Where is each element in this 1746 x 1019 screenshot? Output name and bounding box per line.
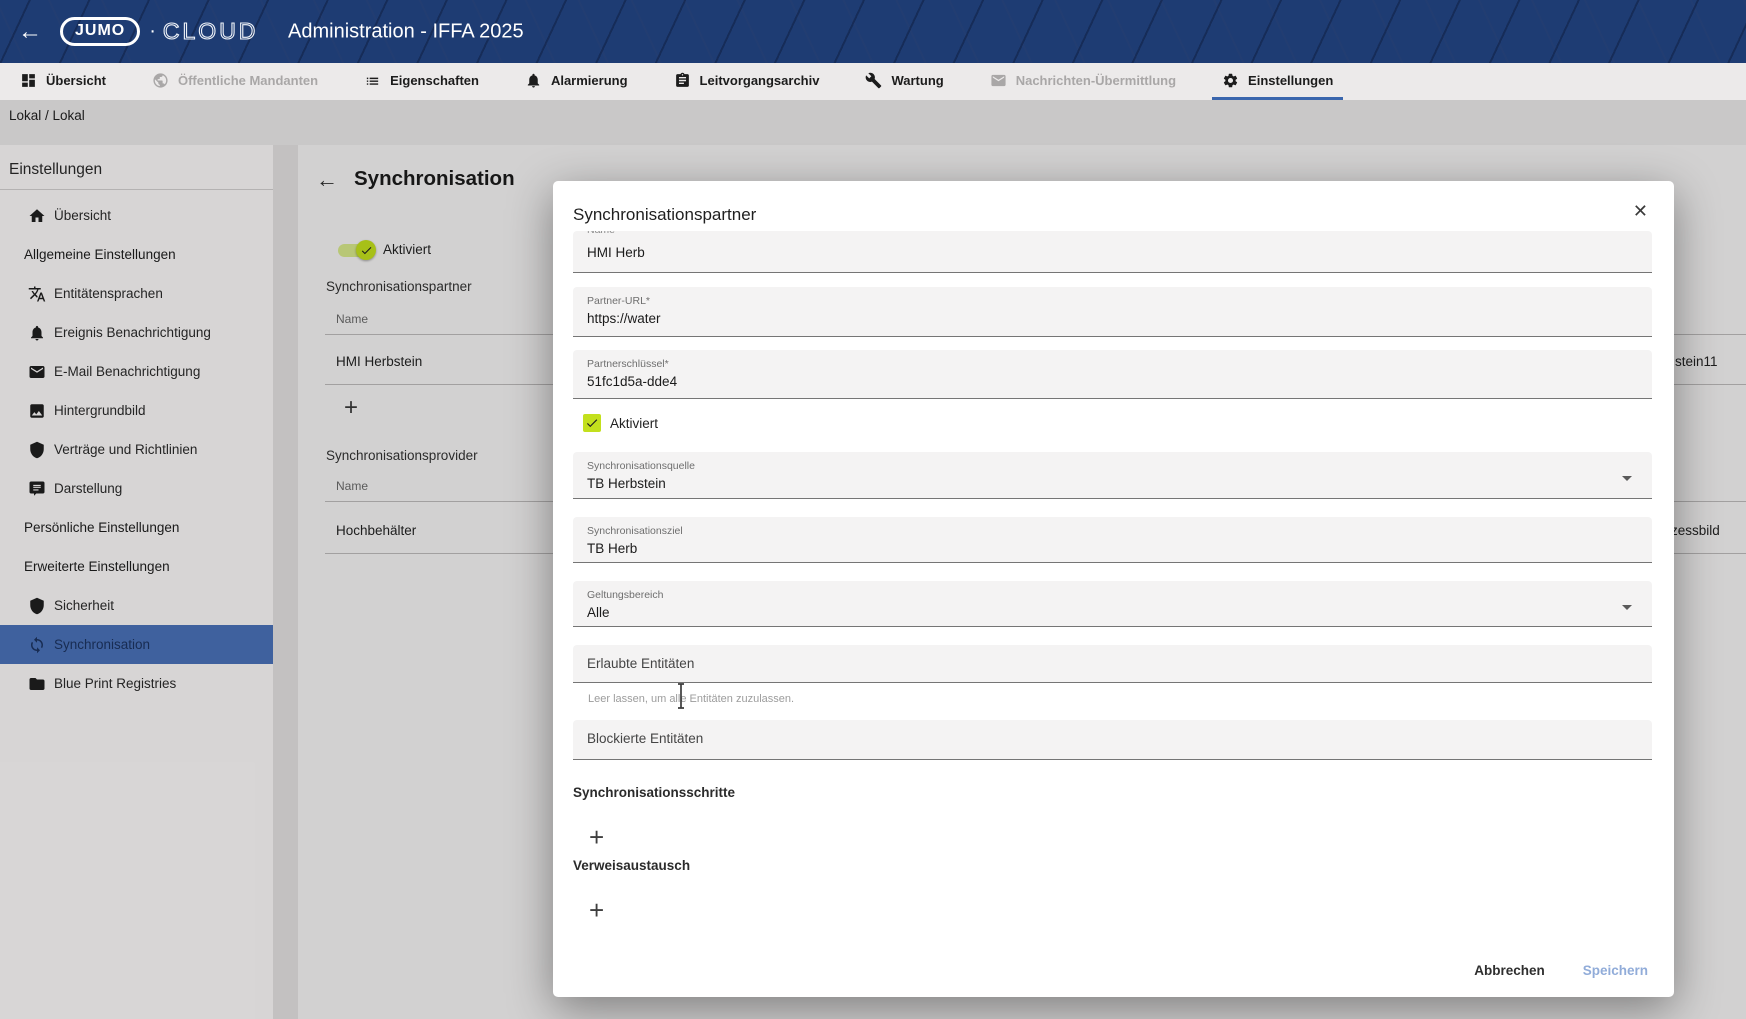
page-title: Administration - IFFA 2025 xyxy=(288,20,524,43)
tab-oeffentliche-mandanten[interactable]: Öffentliche Mandanten xyxy=(142,63,328,100)
sync-target-field[interactable]: Synchronisationsziel TB Herb xyxy=(573,517,1652,563)
blocked-entities-field[interactable]: Blockierte Entitäten xyxy=(573,720,1652,760)
field-label: Synchronisationsziel xyxy=(587,517,1652,537)
field-value: TB Herb xyxy=(587,541,1652,556)
jumo-cloud-logo: JUMO · CLOUD xyxy=(60,17,258,46)
check-icon xyxy=(585,416,599,430)
partner-url-field[interactable]: Partner-URL* https://water xyxy=(573,287,1652,337)
save-button[interactable]: Speichern xyxy=(1583,963,1648,978)
add-sync-step-button[interactable]: + xyxy=(589,823,604,851)
tab-label: Eigenschaften xyxy=(390,73,479,88)
add-ref-exchange-button[interactable]: + xyxy=(589,896,604,924)
tab-nachrichten-uebermittlung[interactable]: Nachrichten-Übermittlung xyxy=(980,63,1186,100)
app-header: ← JUMO · CLOUD Administration - IFFA 202… xyxy=(0,0,1746,63)
cancel-button[interactable]: Abbrechen xyxy=(1474,963,1545,978)
tab-label: Öffentliche Mandanten xyxy=(178,73,318,88)
tab-uebersicht[interactable]: Übersicht xyxy=(10,63,116,100)
field-label: Erlaubte Entitäten xyxy=(587,645,1652,671)
field-label: Synchronisationsquelle xyxy=(587,452,1652,472)
tab-label: Leitvorgangsarchiv xyxy=(700,73,820,88)
list-icon xyxy=(364,72,381,89)
allowed-entities-helper: Leer lassen, um alle Entitäten zuzulasse… xyxy=(588,693,794,705)
field-label: Geltungsbereich xyxy=(587,581,1652,601)
field-label: Blockierte Entitäten xyxy=(587,720,1652,746)
field-value: TB Herbstein xyxy=(587,476,1652,491)
dialog-title: Synchronisationspartner xyxy=(573,205,756,225)
text-cursor xyxy=(675,682,687,710)
tab-eigenschaften[interactable]: Eigenschaften xyxy=(354,63,489,100)
chevron-down-icon xyxy=(1622,476,1632,481)
tab-label: Nachrichten-Übermittlung xyxy=(1016,73,1176,88)
field-label: Partnerschlüssel* xyxy=(587,350,1652,370)
ref-exchange-heading: Verweisaustausch xyxy=(573,858,690,873)
aktiviert-checkbox-row[interactable]: Aktiviert xyxy=(583,414,658,432)
app-window: ← JUMO · CLOUD Administration - IFFA 202… xyxy=(0,0,1746,1019)
tab-label: Übersicht xyxy=(46,73,106,88)
checkbox-checked[interactable] xyxy=(583,414,601,432)
bell-icon xyxy=(525,72,542,89)
chevron-down-icon xyxy=(1622,605,1632,610)
jumo-logo-pill: JUMO xyxy=(60,17,140,46)
partner-key-field[interactable]: Partnerschlüssel* 51fc1d5a-dde4 xyxy=(573,350,1652,399)
name-field[interactable]: Name* HMI Herb xyxy=(573,231,1652,273)
clipboard-icon xyxy=(674,72,691,89)
logo-dot: · xyxy=(149,20,156,43)
sync-source-select[interactable]: Synchronisationsquelle TB Herbstein xyxy=(573,452,1652,499)
wrench-icon xyxy=(865,72,882,89)
tab-wartung[interactable]: Wartung xyxy=(855,63,953,100)
field-label: Partner-URL* xyxy=(587,287,1652,307)
sync-steps-heading: Synchronisationsschritte xyxy=(573,785,735,800)
tab-label: Einstellungen xyxy=(1248,73,1333,88)
name-field-label-clipped: Name* xyxy=(587,231,1652,237)
dialog-footer: Abbrechen Speichern xyxy=(1474,963,1648,978)
tab-leitvorgangsarchiv[interactable]: Leitvorgangsarchiv xyxy=(664,63,830,100)
synchronisationspartner-dialog: Synchronisationspartner ✕ Name* HMI Herb… xyxy=(553,181,1674,997)
field-value: 51fc1d5a-dde4 xyxy=(587,374,1652,389)
tab-label: Wartung xyxy=(891,73,943,88)
globe-icon xyxy=(152,72,169,89)
dashboard-icon xyxy=(20,72,37,89)
close-icon[interactable]: ✕ xyxy=(1633,201,1648,222)
cloud-logo-text: CLOUD xyxy=(163,18,259,45)
field-value: Alle xyxy=(587,605,1652,620)
back-arrow-icon[interactable]: ← xyxy=(18,20,42,44)
allowed-entities-field[interactable]: Erlaubte Entitäten xyxy=(573,645,1652,683)
main-nav-tabs: Übersicht Öffentliche Mandanten Eigensch… xyxy=(0,63,1746,100)
mail-icon xyxy=(990,72,1007,89)
gear-icon xyxy=(1222,72,1239,89)
checkbox-label: Aktiviert xyxy=(610,416,658,431)
tab-label: Alarmierung xyxy=(551,73,628,88)
scope-select[interactable]: Geltungsbereich Alle xyxy=(573,581,1652,627)
name-field-value: HMI Herb xyxy=(587,245,1652,260)
field-value: https://water xyxy=(587,311,1652,326)
tab-einstellungen[interactable]: Einstellungen xyxy=(1212,63,1343,100)
tab-alarmierung[interactable]: Alarmierung xyxy=(515,63,638,100)
